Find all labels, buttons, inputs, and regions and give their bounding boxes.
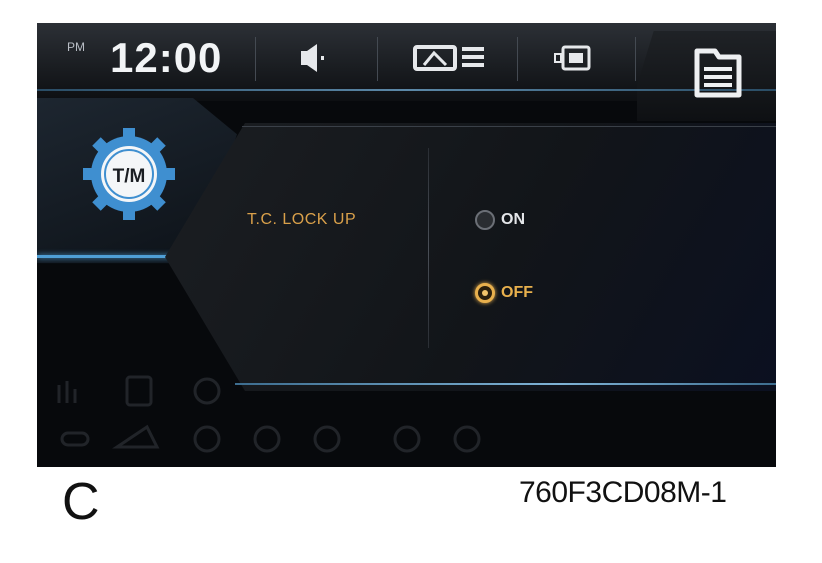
- speaker-icon[interactable]: [299, 41, 329, 75]
- display-brightness-icon[interactable]: [412, 41, 492, 75]
- status-bar-edge: [37, 89, 776, 91]
- panel-divider: [428, 148, 429, 348]
- separator: [517, 37, 518, 81]
- option-on[interactable]: ON: [475, 210, 525, 230]
- category-label: T/M: [113, 166, 146, 187]
- figure-code: 760F3CD08M-1: [519, 476, 727, 509]
- clock-time: 12:00: [110, 34, 223, 81]
- radio-off[interactable]: [475, 283, 495, 303]
- option-off[interactable]: OFF: [475, 283, 533, 303]
- option-on-label: ON: [501, 211, 525, 228]
- setting-label: T.C. LOCK UP: [247, 211, 357, 228]
- separator: [255, 37, 256, 81]
- display-screen: PM 12:00 T/M T.C. LOCK UP ON OFF: [37, 23, 776, 467]
- radio-on[interactable]: [475, 210, 495, 230]
- separator: [635, 37, 636, 81]
- panel-top-border: [242, 126, 776, 127]
- separator: [377, 37, 378, 81]
- ampm-indicator: PM: [67, 40, 85, 54]
- menu-icon[interactable]: [687, 43, 749, 101]
- screen-mode-icon[interactable]: [553, 41, 593, 75]
- option-off-label: OFF: [501, 284, 533, 301]
- figure-letter: C: [62, 473, 100, 531]
- setting-panel: [165, 123, 776, 391]
- background-indicator-icons: [57, 375, 481, 453]
- transmission-gear-icon: T/M: [83, 128, 175, 220]
